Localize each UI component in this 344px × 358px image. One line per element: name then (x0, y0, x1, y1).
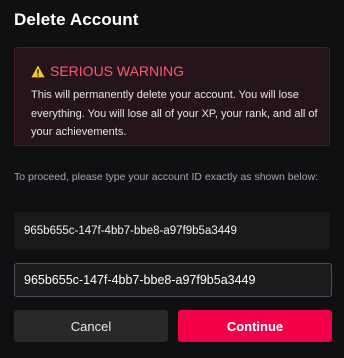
warning-header: SERIOUS WARNING (31, 63, 184, 79)
warning-box: SERIOUS WARNING This will permanently de… (14, 47, 330, 146)
warning-message: This will permanently delete your accoun… (31, 89, 318, 138)
delete-account-dialog: Delete Account SERIOUS WARNING This will… (0, 0, 344, 358)
continue-button[interactable]: Continue (178, 310, 332, 342)
confirmation-instruction: To proceed, please type your account ID … (14, 171, 319, 183)
warning-title: SERIOUS WARNING (50, 63, 185, 79)
dialog-title: Delete Account (14, 10, 139, 29)
cancel-button[interactable]: Cancel (14, 310, 168, 342)
warning-triangle-icon (31, 65, 45, 78)
account-id-display: 965b655c-147f-4bb7-bbe8-a97f9b5a3449 (14, 212, 330, 250)
account-id-confirmation-input[interactable] (14, 263, 332, 297)
